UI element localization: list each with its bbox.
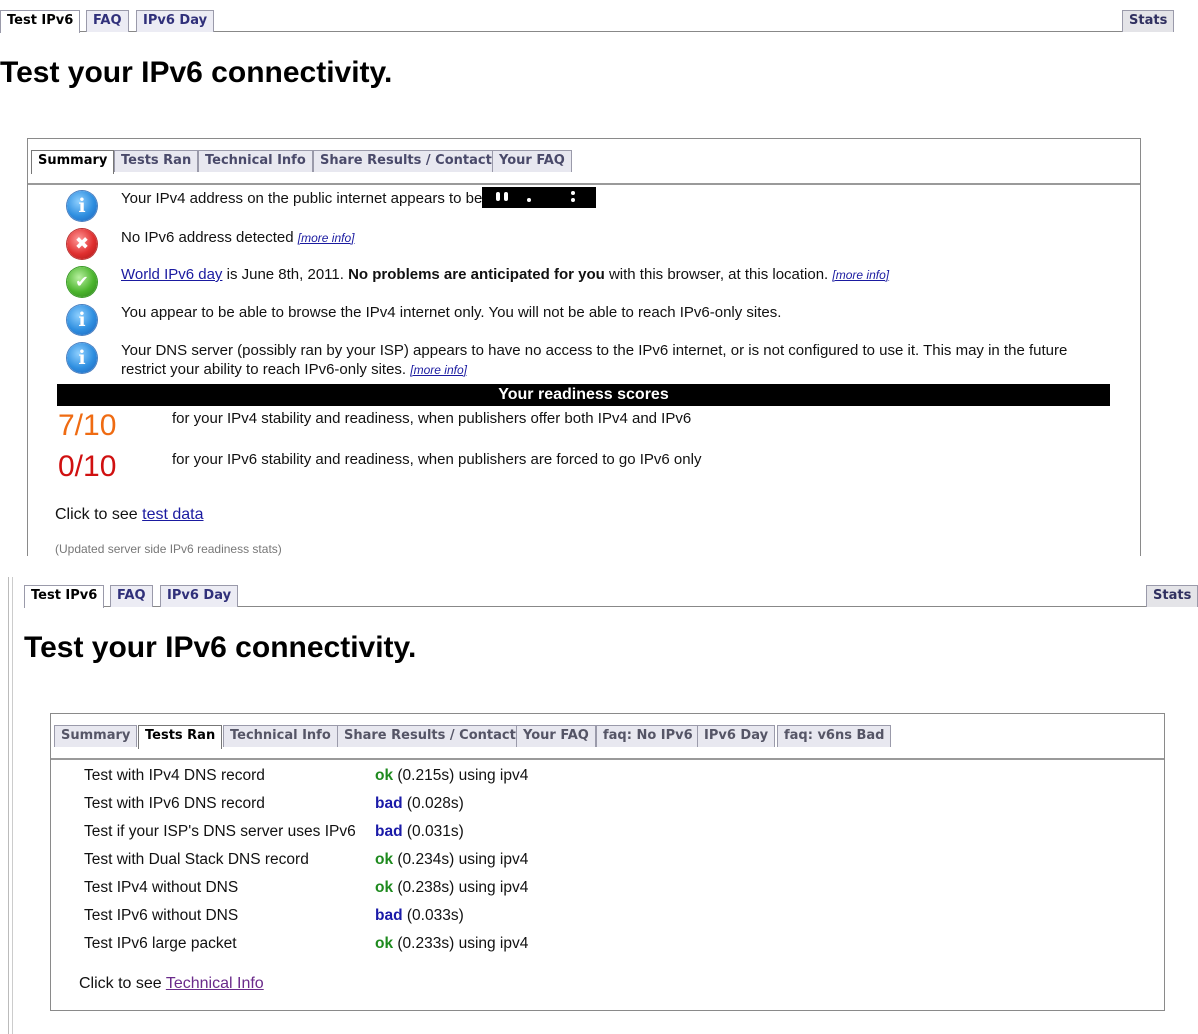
browse-ipv4-message: You appear to be able to browse the IPv4…: [121, 303, 1101, 322]
tab-faq-v6ns-bad[interactable]: faq: v6ns Bad: [777, 725, 892, 747]
test-label: Test with Dual Stack DNS record: [84, 851, 309, 868]
test-timing: (0.233s) using ipv4: [393, 935, 529, 952]
readiness-scores-header: Your readiness scores: [57, 384, 1110, 406]
error-icon: ✖: [67, 229, 97, 259]
tab-summary[interactable]: Summary: [54, 725, 138, 747]
test-result: ok (0.238s) using ipv4: [375, 879, 528, 897]
test-result: ok (0.233s) using ipv4: [375, 935, 528, 953]
test-timing: (0.215s) using ipv4: [393, 767, 529, 784]
page-title-2: Test your IPv6 connectivity.: [24, 631, 417, 664]
tab-faq-no-ipv6[interactable]: faq: No IPv6: [596, 725, 700, 747]
tab-technical-info[interactable]: Technical Info: [198, 150, 313, 172]
test-timing: (0.028s): [402, 795, 464, 812]
tests-panel-tabs: Summary Tests Ran Technical Info Share R…: [51, 714, 1164, 760]
status-bad: bad: [375, 795, 403, 812]
nav-tab-stats[interactable]: Stats: [1122, 10, 1175, 32]
test-result: bad (0.033s): [375, 907, 464, 925]
nav-tab-ipv6-day[interactable]: IPv6 Day: [136, 10, 215, 32]
click-to-see-test-data: Click to see test data: [55, 506, 204, 524]
tab-technical-info[interactable]: Technical Info: [223, 725, 338, 747]
status-bad: bad: [375, 823, 403, 840]
status-ok: ok: [375, 851, 394, 868]
check-icon: ✔: [67, 267, 97, 297]
world-ipv6-day-message: World IPv6 day is June 8th, 2011. No pro…: [121, 265, 1081, 285]
test-timing: (0.031s): [402, 823, 464, 840]
window-edge-line: [8, 577, 9, 1034]
world-day-date-text: is June 8th, 2011.: [222, 266, 349, 283]
tab-summary[interactable]: Summary: [31, 150, 115, 174]
no-ipv6-text: No IPv6 address detected: [121, 229, 294, 246]
ipv6-score: 0/10: [58, 450, 117, 483]
summary-panel-tabs: Summary Tests Ran Technical Info Share R…: [28, 139, 1140, 185]
ipv4-score: 7/10: [58, 409, 117, 442]
test-label: Test with IPv4 DNS record: [84, 767, 265, 784]
test-label: Test with IPv6 DNS record: [84, 795, 265, 812]
click-prefix: Click to see: [79, 975, 166, 992]
nav-tab-stats[interactable]: Stats: [1146, 585, 1198, 607]
top-nav-bar-2: Test IPv6 FAQ IPv6 Day Stats: [24, 575, 1198, 608]
status-ok: ok: [375, 879, 394, 896]
test-timing: (0.238s) using ipv4: [393, 879, 529, 896]
status-ok: ok: [375, 767, 394, 784]
test-result: bad (0.028s): [375, 795, 464, 813]
tab-tests-ran[interactable]: Tests Ran: [114, 150, 199, 172]
window-edge-line: [12, 577, 13, 1034]
info-icon: i: [67, 343, 97, 373]
test-timing: (0.033s): [402, 907, 464, 924]
test-result: bad (0.031s): [375, 823, 464, 841]
tab-your-faq[interactable]: Your FAQ: [516, 725, 596, 747]
tab-your-faq[interactable]: Your FAQ: [492, 150, 572, 172]
status-ok: ok: [375, 935, 394, 952]
tab-share-results[interactable]: Share Results / Contact: [313, 150, 499, 172]
tab-share-results[interactable]: Share Results / Contact: [337, 725, 523, 747]
tab-tests-ran[interactable]: Tests Ran: [138, 725, 223, 749]
click-prefix: Click to see: [55, 506, 143, 523]
no-problems-text: No problems are anticipated for you: [348, 266, 605, 283]
test-label: Test IPv6 without DNS: [84, 907, 239, 924]
test-result: ok (0.215s) using ipv4: [375, 767, 528, 785]
technical-info-link[interactable]: Technical Info: [166, 975, 264, 992]
click-to-see-technical-info: Click to see Technical Info: [79, 975, 264, 993]
ipv6-score-description: for your IPv6 stability and readiness, w…: [172, 451, 702, 468]
nav-tab-faq[interactable]: FAQ: [86, 10, 129, 32]
world-ipv6-day-link[interactable]: World IPv6 day: [121, 266, 222, 283]
test-label: Test IPv6 large packet: [84, 935, 237, 952]
dns-text: Your DNS server (possibly ran by your IS…: [121, 342, 1068, 378]
page-title: Test your IPv6 connectivity.: [0, 56, 393, 89]
test-timing: (0.234s) using ipv4: [393, 851, 529, 868]
redacted-ip-box: [482, 187, 597, 209]
nav-tab-ipv6-day[interactable]: IPv6 Day: [160, 585, 239, 607]
world-day-tail-text: with this browser, at this location.: [604, 266, 833, 283]
info-icon: i: [67, 305, 97, 335]
ipv4-address-message: Your IPv4 address on the public internet…: [121, 187, 721, 209]
more-info-link[interactable]: [more info]: [832, 268, 889, 282]
more-info-link[interactable]: [more info]: [298, 231, 355, 245]
test-result: ok (0.234s) using ipv4: [375, 851, 528, 869]
nav-tab-test-ipv6[interactable]: Test IPv6: [24, 585, 105, 608]
test-label: Test if your ISP's DNS server uses IPv6: [84, 823, 356, 840]
readiness-stats-footnote: (Updated server side IPv6 readiness stat…: [55, 542, 282, 556]
test-label: Test IPv4 without DNS: [84, 879, 239, 896]
status-bad: bad: [375, 907, 403, 924]
dns-message: Your DNS server (possibly ran by your IS…: [121, 341, 1101, 380]
nav-tab-test-ipv6[interactable]: Test IPv6: [0, 10, 81, 33]
test-data-link[interactable]: test data: [142, 506, 203, 523]
ipv4-address-text: Your IPv4 address on the public internet…: [121, 190, 483, 207]
nav-tab-faq[interactable]: FAQ: [110, 585, 153, 607]
tab-ipv6-day[interactable]: IPv6 Day: [697, 725, 776, 747]
top-nav-bar: Test IPv6 FAQ IPv6 Day Stats: [0, 0, 1175, 33]
ipv4-score-description: for your IPv4 stability and readiness, w…: [172, 410, 692, 427]
info-icon: i: [67, 191, 97, 221]
browse-ipv4-text: You appear to be able to browse the IPv4…: [121, 304, 782, 321]
more-info-link[interactable]: [more info]: [410, 363, 467, 377]
no-ipv6-message: No IPv6 address detected [more info]: [121, 228, 821, 248]
